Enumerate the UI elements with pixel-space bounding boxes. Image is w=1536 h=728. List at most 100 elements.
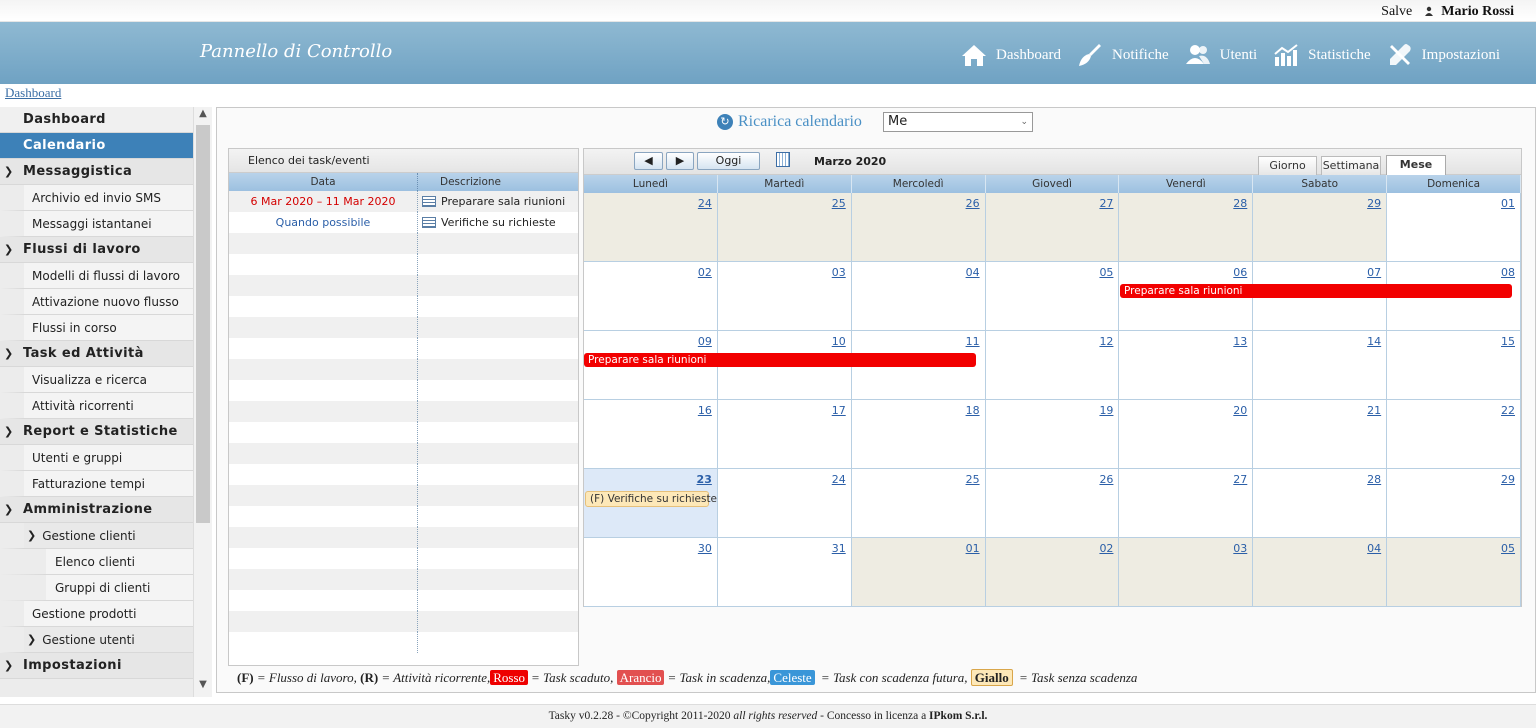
day-cell[interactable]: 01 (851, 538, 986, 606)
day-number[interactable]: 23 (697, 473, 712, 486)
day-number[interactable]: 15 (1501, 335, 1515, 348)
day-cell[interactable]: 03 (1119, 538, 1254, 606)
day-number[interactable]: 02 (1099, 542, 1113, 555)
sidebar-item-attivazione-flusso[interactable]: Attivazione nuovo flusso (0, 289, 193, 315)
day-cell[interactable]: 15 (1387, 331, 1522, 399)
day-number[interactable]: 13 (1233, 335, 1247, 348)
calendar-icon[interactable] (776, 152, 790, 167)
day-number[interactable]: 27 (1233, 473, 1247, 486)
sidebar-section-flussi[interactable]: ❯ Flussi di lavoro (0, 237, 193, 263)
sidebar-item-flussi-corso[interactable]: Flussi in corso (0, 315, 193, 341)
day-cell[interactable]: 25 (717, 193, 852, 261)
day-cell[interactable]: 19 (985, 400, 1120, 468)
user-select[interactable]: Me ⌄ (883, 112, 1033, 132)
day-number[interactable]: 14 (1367, 335, 1381, 348)
day-number[interactable]: 19 (1099, 404, 1113, 417)
day-number[interactable]: 16 (698, 404, 712, 417)
day-cell[interactable]: 16 (584, 400, 718, 468)
day-cell[interactable]: 04 (851, 262, 986, 330)
sidebar-item-modelli-flussi[interactable]: Modelli di flussi di lavoro (0, 263, 193, 289)
nav-statistiche[interactable]: Statistiche (1273, 42, 1371, 68)
day-number[interactable]: 02 (698, 266, 712, 279)
day-cell[interactable]: 31 (717, 538, 852, 606)
user-name[interactable]: Mario Rossi (1441, 4, 1514, 19)
sidebar-section-task[interactable]: ❯ Task ed Attività (0, 341, 193, 367)
breadcrumb[interactable]: Dashboard (5, 85, 61, 101)
day-number[interactable]: 21 (1367, 404, 1381, 417)
nav-utenti[interactable]: Utenti (1185, 42, 1257, 68)
day-number[interactable]: 01 (1501, 197, 1515, 210)
sidebar-section-amministrazione[interactable]: ❯ Amministrazione (0, 497, 193, 523)
day-cell[interactable]: 24 (717, 469, 852, 537)
day-number[interactable]: 12 (1099, 335, 1113, 348)
day-number[interactable]: 30 (698, 542, 712, 555)
nav-dashboard[interactable]: Dashboard (961, 42, 1061, 68)
day-cell[interactable]: 28 (1119, 193, 1254, 261)
day-number[interactable]: 29 (1367, 197, 1381, 210)
day-number[interactable]: 10 (832, 335, 846, 348)
day-number[interactable]: 03 (832, 266, 846, 279)
sidebar-item-archivio-sms[interactable]: Archivio ed invio SMS (0, 185, 193, 211)
sidebar-item-ricorrenti[interactable]: Attività ricorrenti (0, 393, 193, 419)
day-cell[interactable]: 20 (1119, 400, 1254, 468)
sidebar-item-utenti-gruppi[interactable]: Utenti e gruppi (0, 445, 193, 471)
day-cell[interactable]: 29 (1387, 469, 1522, 537)
day-number[interactable]: 26 (966, 197, 980, 210)
sidebar-group-gestione-clienti[interactable]: ❯ Gestione clienti (0, 523, 193, 549)
table-row[interactable]: Quando possibile Verifiche su richieste (229, 212, 578, 233)
day-cell[interactable]: 18 (851, 400, 986, 468)
day-cell[interactable]: 05 (985, 262, 1120, 330)
scrollbar-thumb[interactable] (196, 125, 210, 523)
sidebar-item-gruppi-clienti[interactable]: Gruppi di clienti (0, 575, 193, 601)
calendar-event[interactable]: Preparare sala riunioni (1120, 284, 1512, 298)
day-cell[interactable]: 26 (985, 469, 1120, 537)
sidebar-item-gestione-prodotti[interactable]: Gestione prodotti (0, 601, 193, 627)
day-number[interactable]: 01 (966, 542, 980, 555)
day-number[interactable]: 04 (1367, 542, 1381, 555)
column-header-description[interactable]: Descrizione (418, 173, 578, 191)
day-number[interactable]: 17 (832, 404, 846, 417)
day-number[interactable]: 29 (1501, 473, 1515, 486)
day-number[interactable]: 28 (1367, 473, 1381, 486)
day-cell[interactable]: 30 (584, 538, 718, 606)
day-number[interactable]: 24 (832, 473, 846, 486)
tab-day[interactable]: Giorno (1258, 156, 1317, 175)
day-number[interactable]: 09 (698, 335, 712, 348)
sidebar-section-report[interactable]: ❯ Report e Statistiche (0, 419, 193, 445)
day-number[interactable]: 06 (1233, 266, 1247, 279)
sidebar-section-impostazioni[interactable]: ❯ Impostazioni (0, 653, 193, 679)
day-cell[interactable]: 24 (584, 193, 718, 261)
day-cell[interactable]: 14 (1253, 331, 1388, 399)
day-number[interactable]: 05 (1099, 266, 1113, 279)
day-cell[interactable]: 27 (1119, 469, 1254, 537)
day-number[interactable]: 18 (966, 404, 980, 417)
day-number[interactable]: 27 (1099, 197, 1113, 210)
nav-notifiche[interactable]: Notifiche (1077, 42, 1169, 68)
sidebar-scrollbar[interactable]: ▲ ▼ (193, 107, 212, 697)
sidebar-item-elenco-clienti[interactable]: Elenco clienti (0, 549, 193, 575)
day-cell[interactable]: 29 (1253, 193, 1388, 261)
day-number[interactable]: 05 (1501, 542, 1515, 555)
scroll-up-icon[interactable]: ▲ (194, 108, 212, 124)
day-cell[interactable]: 02 (584, 262, 718, 330)
day-cell[interactable]: 21 (1253, 400, 1388, 468)
day-number[interactable]: 28 (1233, 197, 1247, 210)
nav-impostazioni[interactable]: Impostazioni (1387, 42, 1500, 68)
scroll-down-icon[interactable]: ▼ (194, 679, 212, 695)
day-number[interactable]: 22 (1501, 404, 1515, 417)
reload-calendar[interactable]: ↻ Ricarica calendario (717, 113, 862, 131)
day-number[interactable]: 25 (832, 197, 846, 210)
sidebar-section-messaggistica[interactable]: ❯ Messaggistica (0, 159, 193, 185)
day-cell[interactable]: 05 (1387, 538, 1522, 606)
table-row[interactable]: 6 Mar 2020 – 11 Mar 2020 Preparare sala … (229, 191, 578, 212)
day-cell[interactable]: 26 (851, 193, 986, 261)
prev-month-button[interactable]: ◀ (634, 152, 663, 170)
day-cell[interactable]: 13 (1119, 331, 1254, 399)
sidebar-item-calendario[interactable]: Calendario (0, 133, 193, 159)
day-cell[interactable]: 22 (1387, 400, 1522, 468)
calendar-event[interactable]: Preparare sala riunioni (584, 353, 976, 367)
calendar-event[interactable]: (F) Verifiche su richieste (585, 491, 717, 507)
day-cell[interactable]: 25 (851, 469, 986, 537)
day-cell[interactable]: 02 (985, 538, 1120, 606)
day-number[interactable]: 25 (966, 473, 980, 486)
